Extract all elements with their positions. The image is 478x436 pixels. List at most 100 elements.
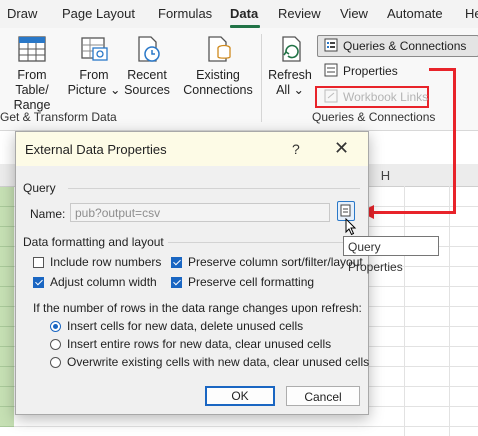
annotation-arrow (453, 68, 456, 214)
preserve-sort-checkbox[interactable]: Preserve column sort/filter/layout (171, 255, 363, 269)
existing-connections-icon (203, 34, 233, 64)
recent-sources-button[interactable]: Recent Sources (122, 34, 172, 98)
formatting-section-label: Data formatting and layout (23, 235, 164, 249)
insert-rows-radio[interactable]: Insert entire rows for new data, clear u… (50, 337, 331, 351)
ribbon-tab-bar: Draw Page Layout Formulas Data Review Vi… (0, 0, 478, 28)
existing-connections-button[interactable]: Existing Connections (180, 34, 256, 98)
query-name-field[interactable]: pub?output=csv (70, 203, 330, 222)
checkbox-checked (171, 256, 182, 268)
overwrite-radio[interactable]: Overwrite existing cells with new data, … (50, 355, 369, 369)
selected-cell[interactable] (0, 207, 14, 227)
from-table-range-button[interactable]: From Table/ Range (0, 34, 64, 113)
tab-page-layout[interactable]: Page Layout (62, 6, 135, 21)
gridline (0, 426, 478, 427)
section-divider (168, 242, 360, 243)
external-data-properties-dialog: External Data Properties ? ✕ Query Name:… (15, 131, 369, 415)
adjust-column-width-checkbox[interactable]: Adjust column width (33, 275, 157, 289)
overwrite-label: Overwrite existing cells with new data, … (67, 355, 370, 369)
existing-connections-label-2: Connections (183, 83, 253, 97)
properties-button[interactable]: Properties (318, 61, 438, 81)
section-divider (68, 188, 360, 189)
picture-icon (79, 34, 109, 64)
selected-cell[interactable] (0, 347, 14, 367)
selected-cell[interactable] (0, 387, 14, 407)
name-label: Name: (30, 207, 66, 221)
tab-formulas[interactable]: Formulas (158, 6, 212, 21)
cancel-button[interactable]: Cancel (286, 386, 360, 406)
ok-button[interactable]: OK (205, 386, 275, 406)
preserve-cell-formatting-label: Preserve cell formatting (188, 275, 315, 289)
selected-cell[interactable] (0, 287, 14, 307)
selected-cell[interactable] (0, 187, 14, 207)
column-header-h-label: H (380, 167, 391, 183)
mouse-cursor-icon (345, 218, 357, 236)
link-icon (324, 89, 338, 106)
radio-unselected (50, 356, 61, 368)
selected-cell[interactable] (0, 267, 14, 287)
column-header-h[interactable]: H (367, 164, 404, 187)
selected-cell[interactable] (0, 307, 14, 327)
annotation-arrow (429, 68, 455, 71)
refresh-all-label-1: Refresh (268, 68, 312, 82)
checkbox-unchecked (33, 256, 44, 268)
selected-cell[interactable] (0, 227, 14, 247)
get-transform-group-label: Get & Transform Data (0, 110, 117, 124)
from-picture-label-2: Picture ⌄ (67, 83, 121, 97)
query-properties-icon (340, 204, 351, 217)
help-button[interactable]: ? (292, 141, 300, 157)
refresh-all-label-2: All ⌄ (276, 83, 304, 97)
preserve-sort-label: Preserve column sort/filter/layout (188, 255, 363, 269)
queries-connections-label: Queries & Connections (343, 39, 467, 53)
selected-cell[interactable] (0, 407, 14, 427)
from-picture-label-1: From (79, 68, 109, 82)
insert-cells-radio[interactable]: Insert cells for new data, delete unused… (50, 319, 303, 333)
queries-connections-button[interactable]: Queries & Connections (317, 35, 478, 57)
query-properties-tooltip: Query Properties (343, 236, 439, 274)
properties-icon (324, 63, 338, 80)
gridline (449, 186, 450, 436)
preserve-cell-formatting-checkbox[interactable]: Preserve cell formatting (171, 275, 314, 289)
include-row-numbers-label: Include row numbers (50, 255, 162, 269)
annotation-arrow (372, 211, 456, 214)
dialog-title: External Data Properties (25, 142, 167, 157)
tab-automate[interactable]: Automate (387, 6, 443, 21)
selected-cell[interactable] (0, 327, 14, 347)
recent-sources-label-1: Recent (127, 68, 167, 82)
from-table-label-1: From Table/ (15, 68, 49, 97)
properties-label: Properties (343, 64, 398, 78)
tab-view[interactable]: View (340, 6, 368, 21)
tab-draw[interactable]: Draw (7, 6, 37, 21)
column-header-i[interactable] (404, 164, 478, 187)
refresh-all-button[interactable]: Refresh All ⌄ (266, 34, 314, 98)
group-separator (261, 34, 262, 122)
ribbon: From Table/ Range From Picture ⌄ Recent … (0, 28, 478, 131)
selected-cell[interactable] (0, 367, 14, 387)
tab-review[interactable]: Review (278, 6, 321, 21)
radio-selected (50, 320, 61, 332)
query-section-label: Query (23, 181, 56, 195)
recent-sources-label-2: Sources (124, 83, 170, 97)
include-row-numbers-checkbox[interactable]: Include row numbers (33, 255, 161, 269)
checkbox-checked (171, 276, 182, 288)
column-header-a[interactable] (0, 164, 15, 187)
adjust-column-width-label: Adjust column width (50, 275, 157, 289)
queries-group-label: Queries & Connections (312, 110, 436, 124)
workbook-links-button: Workbook Links (318, 87, 434, 107)
workbook-links-label: Workbook Links (343, 90, 429, 104)
recent-sources-icon (132, 34, 162, 64)
existing-connections-label-1: Existing (196, 68, 240, 82)
selected-cell[interactable] (0, 247, 14, 267)
radio-unselected (50, 338, 61, 350)
insert-rows-label: Insert entire rows for new data, clear u… (67, 337, 332, 351)
dialog-title-bar: External Data Properties ? ✕ (16, 132, 368, 166)
queries-connections-icon (324, 38, 338, 55)
refresh-icon (275, 34, 305, 64)
refresh-question: If the number of rows in the data range … (33, 301, 362, 315)
from-picture-button[interactable]: From Picture ⌄ (66, 34, 122, 98)
tab-data[interactable]: Data (230, 6, 258, 21)
close-icon[interactable]: ✕ (334, 138, 349, 159)
checkbox-checked (33, 276, 44, 288)
tab-help[interactable]: He (465, 6, 478, 21)
table-icon (17, 34, 47, 64)
insert-cells-label: Insert cells for new data, delete unused… (67, 319, 304, 333)
